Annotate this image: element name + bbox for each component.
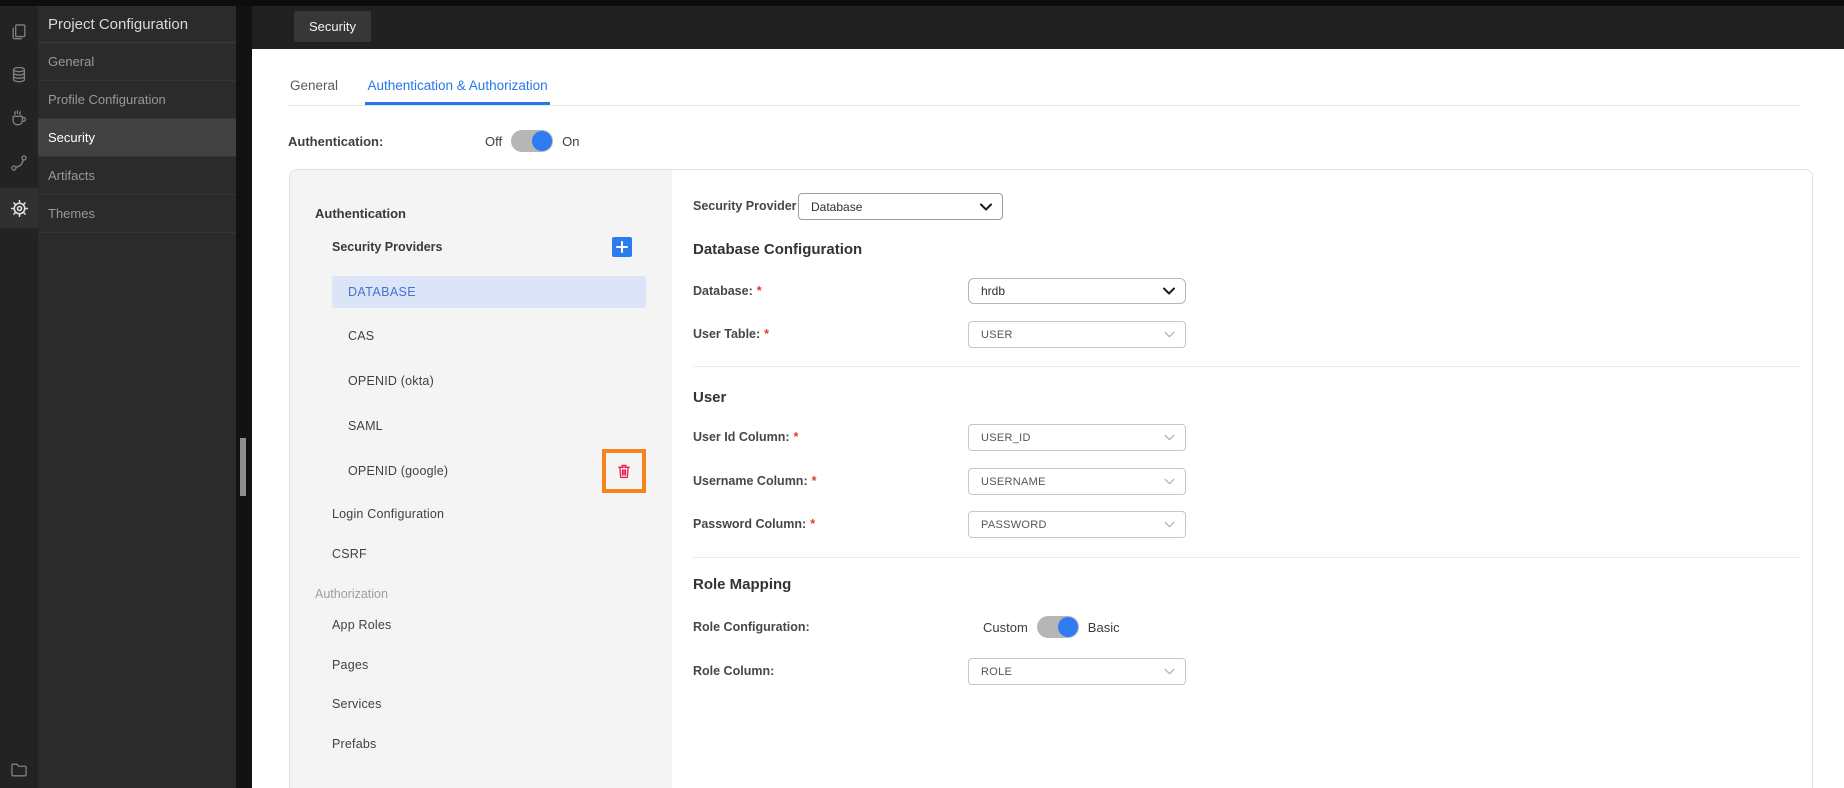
database-provider-form: Security Provider Database Database Conf… — [672, 170, 1812, 788]
section-divider — [693, 366, 1801, 367]
auth-nav: Authentication Security Providers DATABA… — [290, 170, 672, 788]
sidebar-item-themes[interactable]: Themes — [38, 195, 236, 233]
plus-icon — [616, 241, 628, 253]
nav-item-services[interactable]: Services — [332, 688, 382, 720]
required-asterisk: * — [764, 327, 770, 341]
nav-header-security-providers: Security Providers — [332, 240, 443, 254]
required-asterisk: * — [811, 474, 817, 488]
section-divider — [693, 557, 1801, 558]
toggle-knob — [532, 131, 553, 151]
username-column-value: USERNAME — [981, 475, 1046, 488]
user-id-column-label: User Id Column: * — [693, 430, 799, 444]
icon-rail — [0, 6, 38, 788]
sidebar-title: Project Configuration — [38, 6, 236, 43]
database-icon[interactable] — [0, 55, 38, 95]
nav-header-authentication: Authentication — [315, 206, 406, 221]
user-table-select[interactable]: USER — [968, 321, 1186, 348]
app-window: Project Configuration General Profile Co… — [0, 0, 1844, 788]
java-service-icon[interactable] — [0, 98, 38, 138]
nav-item-provider-openid-okta[interactable]: OPENID (okta) — [332, 365, 434, 397]
nav-item-login-configuration[interactable]: Login Configuration — [332, 498, 444, 530]
topbar: Security — [252, 6, 1844, 49]
user-id-column-value: USER_ID — [981, 431, 1031, 444]
sidebar-item-profile-configuration[interactable]: Profile Configuration — [38, 81, 236, 119]
user-table-value: USER — [981, 328, 1013, 341]
user-table-label: User Table: * — [693, 327, 770, 341]
username-column-label: Username Column: * — [693, 474, 817, 488]
username-column-select[interactable]: USERNAME — [968, 468, 1186, 495]
security-provider-select[interactable]: Database — [798, 193, 1003, 220]
authentication-label: Authentication: — [288, 133, 384, 149]
settings-gear-icon[interactable] — [0, 188, 38, 228]
project-config-sidebar: Project Configuration General Profile Co… — [38, 6, 236, 788]
chevron-down-icon — [1163, 287, 1175, 295]
database-configuration-heading: Database Configuration — [693, 241, 863, 258]
user-heading: User — [693, 389, 727, 406]
authentication-toggle-row: Authentication: Off On — [288, 129, 1844, 153]
database-value: hrdb — [981, 284, 1006, 298]
nav-header-authorization: Authorization — [315, 587, 388, 601]
toggle-on-label: On — [562, 133, 580, 149]
chevron-down-icon — [1164, 521, 1175, 528]
chevron-down-icon — [1164, 331, 1175, 338]
topbar-tab-security[interactable]: Security — [294, 11, 371, 42]
chevron-down-icon — [1164, 434, 1175, 441]
sidebar-scrollbar-thumb[interactable] — [240, 438, 246, 496]
password-column-select[interactable]: PASSWORD — [968, 511, 1186, 538]
security-provider-value: Database — [811, 199, 863, 214]
nav-item-provider-openid-google[interactable]: OPENID (google) — [332, 455, 448, 487]
database-select[interactable]: hrdb — [968, 278, 1186, 304]
trash-icon — [618, 464, 630, 479]
pages-icon[interactable] — [0, 12, 38, 52]
chevron-down-icon — [1164, 478, 1175, 485]
role-column-label: Role Column: — [693, 664, 775, 678]
role-column-select[interactable]: ROLE — [968, 658, 1186, 685]
tab-authentication-authorization[interactable]: Authentication & Authorization — [365, 49, 550, 105]
role-basic-label: Basic — [1087, 619, 1120, 635]
chevron-down-icon — [980, 203, 992, 210]
sidebar-scrollbar[interactable] — [236, 6, 252, 788]
database-label: Database: * — [693, 284, 762, 298]
folder-icon[interactable] — [0, 750, 38, 788]
tab-general[interactable]: General — [288, 49, 340, 105]
toggle-off-label: Off — [485, 133, 503, 149]
nav-item-app-roles[interactable]: App Roles — [332, 609, 391, 641]
nav-item-provider-cas[interactable]: CAS — [332, 320, 374, 352]
authentication-toggle[interactable] — [511, 130, 554, 152]
nav-item-provider-database[interactable]: DATABASE — [332, 276, 646, 308]
apis-icon[interactable] — [0, 143, 38, 183]
nav-item-csrf[interactable]: CSRF — [332, 538, 367, 570]
nav-item-pages[interactable]: Pages — [332, 649, 368, 681]
role-column-value: ROLE — [981, 665, 1013, 678]
nav-item-prefabs[interactable]: Prefabs — [332, 728, 376, 760]
tabs-row: General Authentication & Authorization — [288, 49, 1800, 106]
password-column-label: Password Column: * — [693, 517, 816, 531]
role-configuration-toggle[interactable] — [1036, 616, 1079, 638]
required-asterisk: * — [793, 430, 799, 444]
chevron-down-icon — [1164, 668, 1175, 675]
auth-config-panel: Authentication Security Providers DATABA… — [289, 169, 1813, 788]
sidebar-item-security[interactable]: Security — [38, 119, 236, 157]
role-custom-label: Custom — [983, 619, 1028, 635]
security-provider-label: Security Provider — [693, 199, 797, 213]
required-asterisk: * — [810, 517, 816, 531]
nav-item-provider-saml[interactable]: SAML — [332, 410, 383, 442]
security-content: General Authentication & Authorization A… — [252, 49, 1844, 788]
password-column-value: PASSWORD — [981, 518, 1047, 531]
toggle-knob — [1057, 617, 1078, 637]
delete-provider-highlight[interactable] — [602, 449, 646, 493]
user-id-column-select[interactable]: USER_ID — [968, 424, 1186, 451]
add-provider-button[interactable] — [612, 237, 632, 257]
required-asterisk: * — [756, 284, 762, 298]
sidebar-item-general[interactable]: General — [38, 43, 236, 81]
role-configuration-label: Role Configuration: — [693, 620, 810, 634]
sidebar-item-artifacts[interactable]: Artifacts — [38, 157, 236, 195]
role-mapping-heading: Role Mapping — [693, 576, 792, 593]
role-configuration-toggle-row: Custom Basic — [983, 616, 1120, 638]
